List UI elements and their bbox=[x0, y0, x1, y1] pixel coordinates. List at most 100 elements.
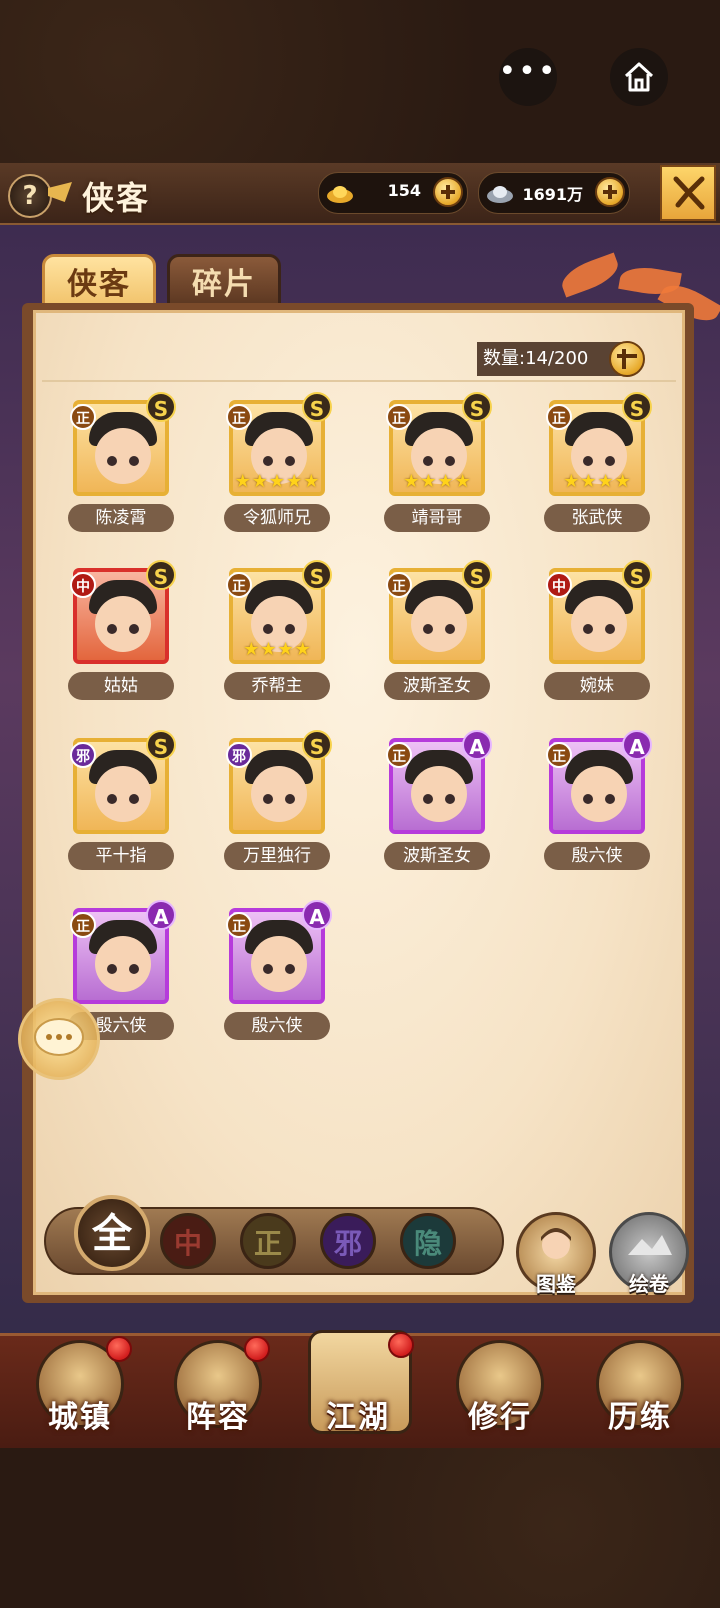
hero-card[interactable]: 中 S 姑姑 bbox=[68, 560, 178, 708]
home-button[interactable] bbox=[610, 48, 668, 106]
star-icon: ★ bbox=[251, 471, 268, 492]
star-icon: ★ bbox=[268, 471, 286, 492]
grade-badge: A bbox=[146, 900, 176, 930]
nav-label: 阵容 bbox=[186, 1400, 250, 1435]
star-icon: ★ bbox=[580, 471, 597, 492]
hero-card[interactable]: ★ ★ ★ ★ ★ 正 S 令狐师兄 bbox=[224, 392, 334, 540]
hero-card[interactable]: 邪 S 万里独行 bbox=[224, 730, 334, 878]
silver-currency: 1691万 bbox=[478, 172, 630, 214]
nav-town[interactable]: 城镇 bbox=[30, 1336, 132, 1440]
nav-adventure[interactable]: 历练 bbox=[590, 1340, 690, 1440]
filter-neutral-button[interactable]: 中 bbox=[160, 1213, 216, 1269]
grade-badge: S bbox=[302, 560, 332, 590]
star-icon: ★ bbox=[454, 471, 471, 492]
add-silver-button[interactable] bbox=[595, 177, 625, 207]
filter-hidden-button[interactable]: 隐 bbox=[400, 1213, 456, 1269]
hero-card[interactable]: 正 S 波斯圣女 bbox=[384, 560, 494, 708]
filter-all-button[interactable]: 全 bbox=[74, 1195, 150, 1271]
hero-name: 婉妹 bbox=[544, 672, 650, 700]
star-icon: ★ bbox=[614, 471, 631, 492]
grade-badge: A bbox=[622, 730, 652, 760]
nav-label: 历练 bbox=[608, 1400, 672, 1435]
help-button[interactable]: ? bbox=[8, 174, 52, 218]
nav-label: 江湖 bbox=[326, 1400, 390, 1435]
close-icon bbox=[673, 176, 705, 210]
alignment-badge: 正 bbox=[386, 742, 412, 768]
hero-name: 令狐师兄 bbox=[224, 504, 330, 532]
alignment-badge: 邪 bbox=[226, 742, 252, 768]
more-options-button[interactable]: ••• bbox=[498, 48, 558, 106]
alignment-badge: 正 bbox=[226, 572, 252, 598]
alignment-badge: 正 bbox=[226, 912, 252, 938]
star-rating: ★ ★ ★ ★ bbox=[229, 640, 325, 660]
hero-name: 万里独行 bbox=[224, 842, 330, 870]
tab-fragments[interactable]: 碎片 bbox=[167, 254, 281, 310]
alignment-badge: 正 bbox=[386, 404, 412, 430]
star-icon: ★ bbox=[286, 471, 303, 492]
star-icon: ★ bbox=[243, 639, 260, 660]
hero-name: 陈凌霄 bbox=[68, 504, 174, 532]
grade-badge: S bbox=[622, 560, 652, 590]
grade-badge: S bbox=[146, 392, 176, 422]
add-gold-button[interactable] bbox=[433, 177, 463, 207]
silver-value: 1691万 bbox=[522, 185, 583, 204]
filter-righteous-button[interactable]: 正 bbox=[240, 1213, 296, 1269]
hero-card[interactable]: 正 A 波斯圣女 bbox=[384, 730, 494, 878]
hero-card[interactable]: ★ ★ ★ ★ 正 S 乔帮主 bbox=[224, 560, 334, 708]
hero-name: 殷六侠 bbox=[224, 1012, 330, 1040]
grade-badge: S bbox=[462, 392, 492, 422]
scroll-painting-label: 绘卷 bbox=[629, 1272, 669, 1296]
grade-badge: S bbox=[146, 560, 176, 590]
page-title: 侠客 bbox=[82, 179, 151, 217]
gold-currency: 154 bbox=[318, 172, 468, 214]
nav-label: 修行 bbox=[468, 1400, 532, 1435]
grade-badge: S bbox=[622, 392, 652, 422]
alignment-badge: 中 bbox=[546, 572, 572, 598]
filter-evil-button[interactable]: 邪 bbox=[320, 1213, 376, 1269]
hero-name: 殷六侠 bbox=[544, 842, 650, 870]
nav-lineup[interactable]: 阵容 bbox=[168, 1336, 270, 1440]
help-icon: ? bbox=[22, 181, 38, 211]
grade-badge: A bbox=[462, 730, 492, 760]
notification-dot bbox=[106, 1336, 132, 1362]
star-icon: ★ bbox=[234, 471, 251, 492]
hero-name: 波斯圣女 bbox=[384, 672, 490, 700]
codex-label: 图鉴 bbox=[536, 1272, 576, 1296]
hero-name: 靖哥哥 bbox=[384, 504, 490, 532]
star-icon: ★ bbox=[597, 471, 614, 492]
star-icon: ★ bbox=[403, 471, 420, 492]
alignment-badge: 邪 bbox=[70, 742, 96, 768]
grade-badge: S bbox=[146, 730, 176, 760]
hero-card[interactable]: 中 S 婉妹 bbox=[544, 560, 654, 708]
nav-jianghu[interactable]: 江湖 bbox=[308, 1330, 414, 1440]
star-icon: ★ bbox=[563, 471, 580, 492]
nav-label: 城镇 bbox=[48, 1400, 112, 1435]
hero-name: 平十指 bbox=[68, 842, 174, 870]
grade-badge: S bbox=[302, 392, 332, 422]
hero-card[interactable]: 邪 S 平十指 bbox=[68, 730, 178, 878]
hero-card[interactable]: 正 A 殷六侠 bbox=[544, 730, 654, 878]
alignment-badge: 中 bbox=[70, 572, 96, 598]
nav-training[interactable]: 修行 bbox=[450, 1340, 550, 1440]
alignment-badge: 正 bbox=[70, 404, 96, 430]
hero-card[interactable]: 正 A 殷六侠 bbox=[224, 900, 334, 1048]
chat-button[interactable] bbox=[18, 998, 100, 1080]
tab-heroes[interactable]: 侠客 bbox=[42, 254, 156, 310]
star-icon: ★ bbox=[420, 471, 437, 492]
hero-card[interactable]: ★ ★ ★ ★ 正 S 靖哥哥 bbox=[384, 392, 494, 540]
grade-badge: S bbox=[302, 730, 332, 760]
alignment-badge: 正 bbox=[546, 742, 572, 768]
close-button[interactable] bbox=[660, 165, 716, 221]
hero-card[interactable]: 正 S 陈凌霄 bbox=[68, 392, 178, 540]
star-rating: ★ ★ ★ ★ ★ bbox=[229, 472, 325, 492]
star-icon: ★ bbox=[303, 471, 320, 492]
gold-ingot-icon bbox=[327, 186, 353, 203]
bottom-background bbox=[0, 1445, 720, 1608]
expand-capacity-button[interactable] bbox=[609, 341, 645, 377]
hero-name: 姑姑 bbox=[68, 672, 174, 700]
hero-card[interactable]: ★ ★ ★ ★ 正 S 张武侠 bbox=[544, 392, 654, 540]
star-icon: ★ bbox=[260, 639, 277, 660]
more-dots-icon: ••• bbox=[498, 54, 558, 89]
notification-dot bbox=[388, 1332, 414, 1358]
alignment-badge: 正 bbox=[386, 572, 412, 598]
